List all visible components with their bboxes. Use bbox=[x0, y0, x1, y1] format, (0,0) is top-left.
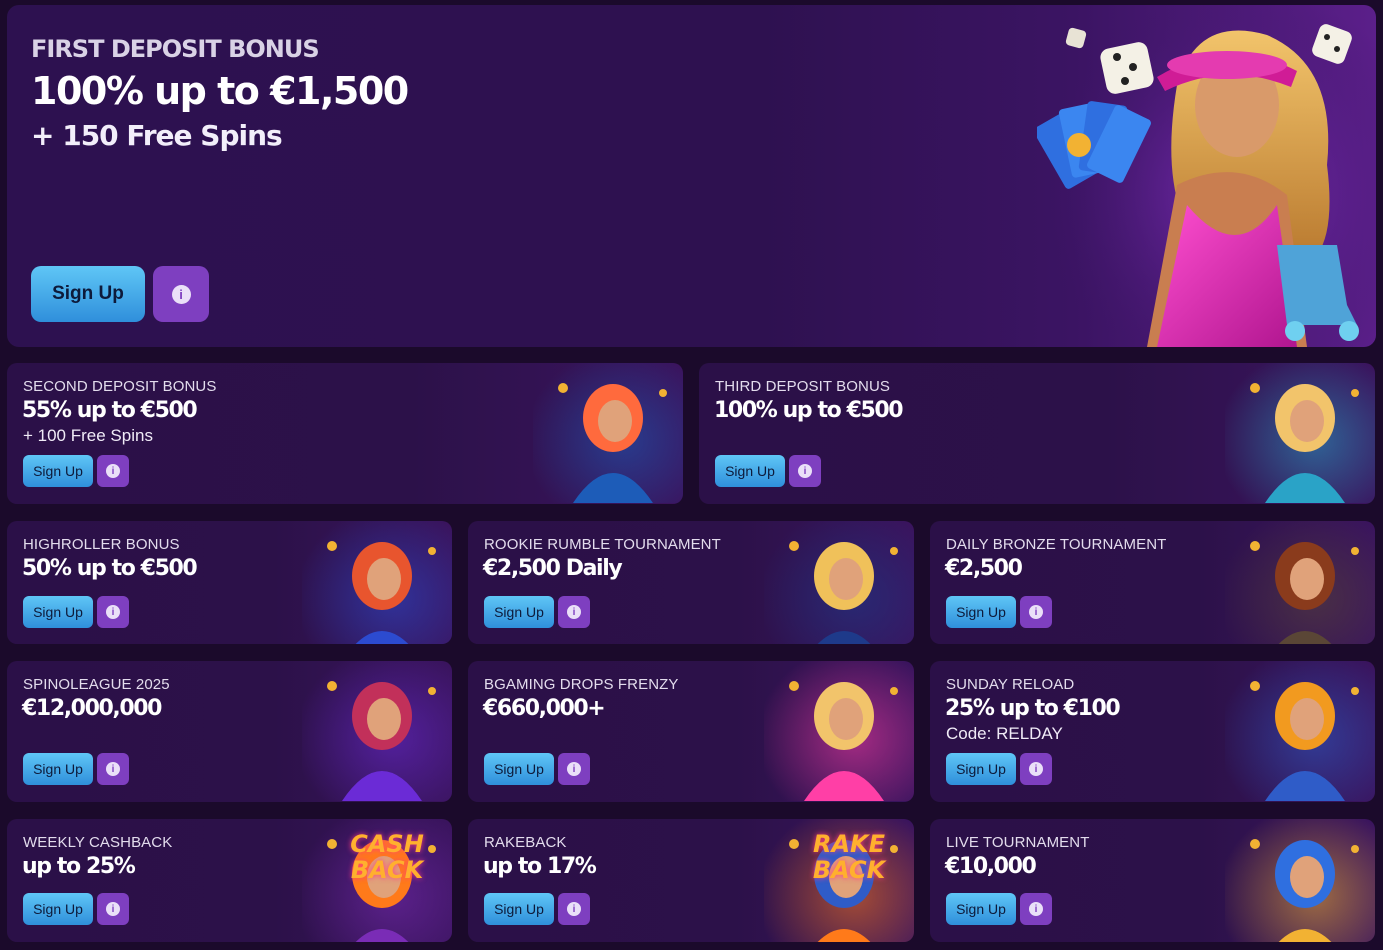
card-title: SECOND DEPOSIT BONUS bbox=[23, 378, 217, 395]
info-button[interactable]: i bbox=[1020, 596, 1052, 628]
card-title: DAILY BRONZE TOURNAMENT bbox=[946, 536, 1167, 553]
art-label: RAKE BACK bbox=[812, 830, 886, 884]
hero-headline: 100% up to €1,500 bbox=[31, 69, 409, 113]
camera-girl-illustration bbox=[1225, 363, 1375, 503]
card-value: €2,500 bbox=[945, 556, 1023, 581]
info-button[interactable]: i bbox=[1020, 753, 1052, 785]
league-girl-illustration bbox=[302, 661, 452, 801]
sign-up-button[interactable]: Sign Up bbox=[484, 596, 554, 628]
card-value: €12,000,000 bbox=[22, 696, 162, 721]
info-button[interactable]: i bbox=[558, 753, 590, 785]
info-icon: i bbox=[171, 284, 191, 304]
info-button[interactable]: i bbox=[97, 893, 129, 925]
hero-kicker: FIRST DEPOSIT BONUS bbox=[31, 35, 320, 63]
info-icon: i bbox=[1029, 762, 1043, 776]
card-title: ROOKIE RUMBLE TOURNAMENT bbox=[484, 536, 721, 553]
roulette-wheel-illustration bbox=[1225, 819, 1375, 942]
info-icon: i bbox=[1029, 902, 1043, 916]
sign-up-button[interactable]: Sign Up bbox=[23, 893, 93, 925]
info-icon: i bbox=[567, 762, 581, 776]
warrior-girl-illustration bbox=[1225, 521, 1375, 644]
gramophone-illustration bbox=[1225, 661, 1375, 801]
card-value: 25% up to €100 bbox=[945, 696, 1121, 721]
slot-machine-girl-illustration bbox=[533, 363, 683, 503]
info-button[interactable]: i bbox=[97, 753, 129, 785]
sign-up-button[interactable]: Sign Up bbox=[715, 455, 785, 487]
trophy-girl-illustration bbox=[764, 521, 914, 644]
info-icon: i bbox=[106, 464, 120, 478]
info-button[interactable]: i bbox=[789, 455, 821, 487]
card-extra: + 100 Free Spins bbox=[23, 426, 153, 445]
card-value: 100% up to €500 bbox=[714, 398, 904, 423]
spinoleague-card: SPINOLEAGUE 2025 €12,000,000 Sign Up i bbox=[7, 661, 452, 802]
sign-up-button[interactable]: Sign Up bbox=[484, 893, 554, 925]
info-icon: i bbox=[798, 464, 812, 478]
live-tournament-card: LIVE TOURNAMENT €10,000 Sign Up i bbox=[930, 819, 1375, 942]
sign-up-button[interactable]: Sign Up bbox=[23, 455, 93, 487]
sign-up-button[interactable]: Sign Up bbox=[23, 596, 93, 628]
card-extra: Code: RELDAY bbox=[946, 724, 1063, 743]
sunday-reload-card: SUNDAY RELOAD 25% up to €100 Code: RELDAY S… bbox=[930, 661, 1375, 802]
third-deposit-card: THIRD DEPOSIT BONUS 100% up to €500 Sign U… bbox=[699, 363, 1375, 504]
info-button[interactable]: i bbox=[97, 596, 129, 628]
card-value: up to 17% bbox=[483, 854, 597, 879]
art-label: CASH BACK bbox=[350, 830, 424, 884]
second-deposit-card: SECOND DEPOSIT BONUS 55% up to €500 + 100 … bbox=[7, 363, 683, 504]
bgaming-drops-card: BGAMING DROPS FRENZY €660,000+ Sign Up i bbox=[468, 661, 914, 802]
card-value: 55% up to €500 bbox=[22, 398, 198, 423]
card-value: €10,000 bbox=[945, 854, 1037, 879]
sign-up-button[interactable]: Sign Up bbox=[484, 753, 554, 785]
info-button[interactable]: i bbox=[1020, 893, 1052, 925]
daily-bronze-card: DAILY BRONZE TOURNAMENT €2,500 Sign Up i bbox=[930, 521, 1375, 644]
info-icon: i bbox=[567, 605, 581, 619]
hero-illustration bbox=[1037, 5, 1376, 347]
card-title: RAKEBACK bbox=[484, 834, 567, 851]
card-title: WEEKLY CASHBACK bbox=[23, 834, 173, 851]
card-value: up to 25% bbox=[22, 854, 136, 879]
weekly-cashback-card: WEEKLY CASHBACK up to 25% CASH BACK Sign Up… bbox=[7, 819, 452, 942]
card-title: SUNDAY RELOAD bbox=[946, 676, 1075, 693]
card-value: €660,000+ bbox=[483, 696, 606, 721]
card-title: LIVE TOURNAMENT bbox=[946, 834, 1090, 851]
info-icon: i bbox=[106, 762, 120, 776]
sign-up-button[interactable]: Sign Up bbox=[946, 893, 1016, 925]
sign-up-button[interactable]: Sign Up bbox=[946, 753, 1016, 785]
info-icon: i bbox=[106, 902, 120, 916]
info-icon: i bbox=[1029, 605, 1043, 619]
sign-up-button[interactable]: Sign Up bbox=[946, 596, 1016, 628]
info-button[interactable]: i bbox=[558, 893, 590, 925]
hero-sign-up-button[interactable]: Sign Up bbox=[31, 266, 145, 322]
hero-info-button[interactable]: i bbox=[153, 266, 209, 322]
cards-girl-illustration bbox=[302, 521, 452, 644]
card-title: SPINOLEAGUE 2025 bbox=[23, 676, 170, 693]
card-value: €2,500 Daily bbox=[483, 556, 623, 581]
info-icon: i bbox=[106, 605, 120, 619]
card-title: BGAMING DROPS FRENZY bbox=[484, 676, 679, 693]
info-button[interactable]: i bbox=[97, 455, 129, 487]
card-title: HIGHROLLER BONUS bbox=[23, 536, 180, 553]
first-deposit-hero: FIRST DEPOSIT BONUS 100% up to €1,500 + … bbox=[7, 5, 1376, 347]
sign-up-button[interactable]: Sign Up bbox=[23, 753, 93, 785]
clock-girl-illustration bbox=[764, 661, 914, 801]
rakeback-card: RAKEBACK up to 17% RAKE BACK Sign Up i bbox=[468, 819, 914, 942]
highroller-card: HIGHROLLER BONUS 50% up to €500 Sign Up i bbox=[7, 521, 452, 644]
info-icon: i bbox=[567, 902, 581, 916]
hero-subline: + 150 Free Spins bbox=[31, 119, 283, 152]
card-title: THIRD DEPOSIT BONUS bbox=[715, 378, 890, 395]
info-button[interactable]: i bbox=[558, 596, 590, 628]
rookie-rumble-card: ROOKIE RUMBLE TOURNAMENT €2,500 Daily Sign… bbox=[468, 521, 914, 644]
card-value: 50% up to €500 bbox=[22, 556, 198, 581]
